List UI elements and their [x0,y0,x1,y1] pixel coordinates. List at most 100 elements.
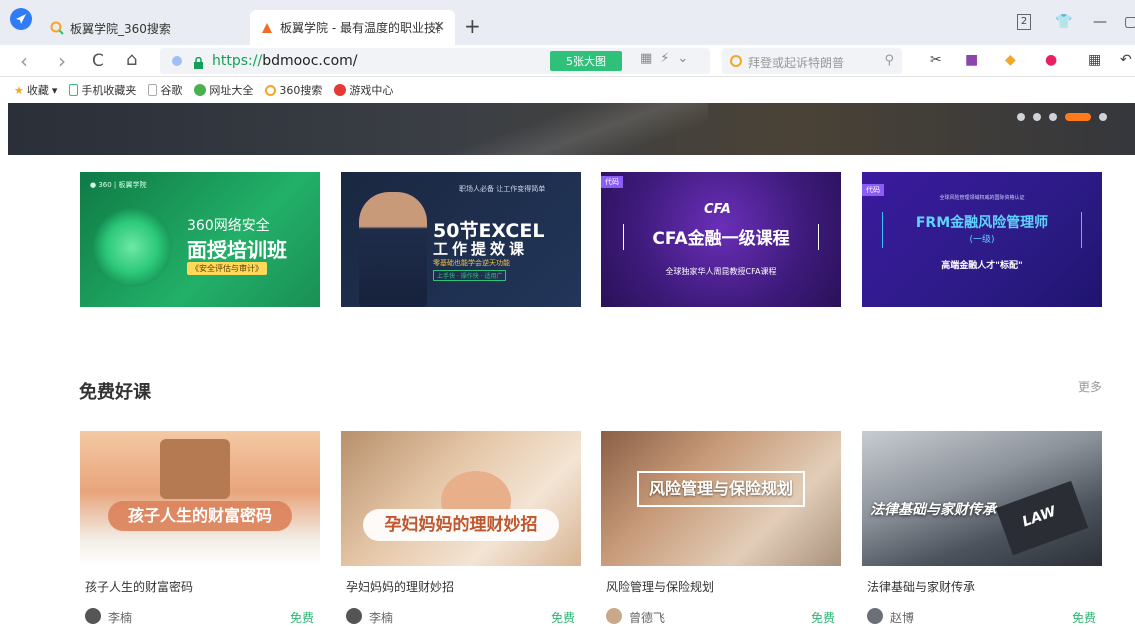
thumbnail-title: 孩子人生的财富密码 [108,501,292,531]
back-button[interactable]: ‹ [20,49,28,73]
cfa-logo: CFA [704,202,731,217]
address-bar: ‹ › C ⌂ https://bdmooc.com/ 5张大图 ▦⚡⌄ 拜登或… [0,45,1135,77]
forward-button[interactable]: › [58,49,66,73]
search-placeholder: 拜登或起诉特朗普 [748,56,845,70]
lock-icon [194,54,203,69]
promo-line3: 零基础也能学会逆天功能 [433,259,510,267]
course-name[interactable]: 孩子人生的财富密码 [80,578,320,595]
bookmark-url-directory[interactable]: 网址大全 [194,82,253,98]
undo-icon[interactable]: ↶ [1120,52,1132,68]
child-photo [160,439,230,499]
course-meta: 李楠 免费 [80,607,320,627]
close-icon[interactable]: ✕ [433,19,445,35]
scissors-icon[interactable]: ✂ [930,52,942,68]
price-badge: 免费 [550,611,575,625]
course-thumbnail[interactable]: 孕妇妈妈的理财妙招 [341,431,581,566]
search360-icon [265,84,277,96]
home-button[interactable]: ⌂ [126,49,137,70]
big-picture-button[interactable]: 5张大图 [550,51,622,71]
teacher-name: 曾德飞 [629,611,666,625]
game-icon [334,84,347,96]
thumbnail-title: 法律基础与家财传承 [870,502,996,518]
tab-count-badge[interactable]: 2 [1017,14,1031,30]
tab-360-search[interactable]: 板翼学院_360搜索 [50,12,245,44]
course-card[interactable]: 孕妇妈妈的理财妙招 孕妇妈妈的理财妙招 李楠 免费 [341,431,581,627]
star-icon: ★ [14,83,24,97]
bookmark-game-center[interactable]: 游戏中心 [334,82,393,98]
section-title: 免费好课 [79,382,151,403]
price-badge: 免费 [1071,611,1096,625]
phone-icon [69,84,79,96]
globe-icon [194,84,207,96]
browser-tab-bar: 板翼学院_360搜索 板翼学院 - 最有温度的职业技能 ✕ + 2 👕 — ▢ [0,0,1135,45]
carousel-dot-active[interactable] [1065,113,1091,121]
carousel-dot[interactable] [1033,113,1041,121]
hero-banner[interactable] [8,103,1135,155]
course-meta: 曾德飞 免费 [601,607,841,627]
promo-top: 职场人必备 让工作变得简单 [459,185,546,193]
avatar [867,608,883,624]
course-meta: 李楠 免费 [341,607,581,627]
promo-frm-banner[interactable]: 代码 全球风险管理领域权威的国际资格认证 FRM金融风险管理师 (一级) 高端金… [862,172,1102,307]
course-name[interactable]: 风险管理与保险规划 [601,578,841,595]
tab-title: 板翼学院_360搜索 [70,21,171,36]
bookmark-favorites[interactable]: ★ 收藏 ▾ [14,82,57,98]
course-name[interactable]: 孕妇妈妈的理财妙招 [341,578,581,595]
course-card[interactable]: 风险管理与保险规划 风险管理与保险规划 曾德飞 免费 [601,431,841,627]
promo-line2: 工作提效课 [433,240,529,258]
course-thumbnail[interactable]: 孩子人生的财富密码 [80,431,320,566]
course-name[interactable]: 法律基础与家财传承 [862,578,1102,595]
url-tools-icons[interactable]: ▦⚡⌄ [640,51,696,66]
carousel-dot[interactable] [1099,113,1107,121]
site-info-icon[interactable] [172,56,182,66]
instructor-photo [359,192,427,307]
browser-logo-icon[interactable] [10,8,32,30]
maximize-icon[interactable]: ▢ [1124,14,1135,30]
course-meta: 赵博 免费 [862,607,1102,627]
promo-cfa-banner[interactable]: 代码 CFA CFA金融一级课程 全球独家华人周昆教授CFA课程 [601,172,841,307]
grid-icon[interactable]: ▦ [1088,52,1101,68]
url-text: https://bdmooc.com/ [212,53,358,69]
tab-bdmooc[interactable]: 板翼学院 - 最有温度的职业技能 ✕ [250,10,455,45]
search-icon[interactable]: ⚲ [884,53,894,68]
course-thumbnail[interactable]: 法律基础与家财传承 LAW [862,431,1102,566]
bookmark-mobile[interactable]: 手机收藏夹 [69,82,136,98]
promo-excel-banner[interactable]: 职场人必备 让工作变得简单 50节EXCEL 工作提效课 零基础也能学会逆天功能… [341,172,581,307]
shield-icon[interactable]: ◆ [1005,52,1016,68]
carousel-dot[interactable] [1017,113,1025,121]
chevron-down-icon: ▾ [51,83,58,97]
course-thumbnail[interactable]: 风险管理与保险规划 [601,431,841,566]
translate-icon[interactable]: ■ [965,52,978,68]
course-card[interactable]: 法律基础与家财传承 LAW 法律基础与家财传承 赵博 免费 [862,431,1102,627]
bdmooc-favicon-icon [260,21,274,35]
new-tab-button[interactable]: + [464,14,481,38]
avatar [346,608,362,624]
thumbnail-title: 风险管理与保险规划 [637,471,805,507]
course-card[interactable]: 孩子人生的财富密码 孩子人生的财富密码 李楠 免费 [80,431,320,627]
search360-icon [50,21,64,35]
avatar [606,608,622,624]
game-pad-icon[interactable]: ● [1045,52,1057,68]
teacher-name: 李楠 [369,611,394,625]
bookmarks-bar: ★ 收藏 ▾ 手机收藏夹 谷歌 网址大全 360搜索 游戏中心 [0,78,1135,102]
hero-decoration [408,103,708,155]
teacher-name: 赵博 [890,611,915,625]
reload-button[interactable]: C [92,51,104,71]
shirt-icon[interactable]: 👕 [1055,14,1072,30]
search-input[interactable]: 拜登或起诉特朗普 ⚲ [722,48,902,74]
url-input[interactable]: https://bdmooc.com/ 5张大图 ▦⚡⌄ [160,48,710,74]
minimize-icon[interactable]: — [1093,14,1107,30]
promo-line2: (一级) [969,235,995,245]
tab-title: 板翼学院 - 最有温度的职业技能 [280,21,440,35]
bookmark-360search[interactable]: 360搜索 [265,82,322,98]
price-badge: 免费 [810,611,835,625]
security-graphic [92,207,172,287]
bookmark-google[interactable]: 谷歌 [148,82,182,98]
promo-line1: FRM金融风险管理师 [915,215,1049,231]
carousel-dot[interactable] [1049,113,1057,121]
promo-security-banner[interactable]: ● 360 | 板翼学院 360网络安全 面授培训班 《安全评估与审计》 [80,172,320,307]
avatar [85,608,101,624]
page-icon [148,84,158,96]
more-link[interactable]: 更多 [1078,378,1102,395]
promo-line1: 360网络安全 [187,218,270,234]
